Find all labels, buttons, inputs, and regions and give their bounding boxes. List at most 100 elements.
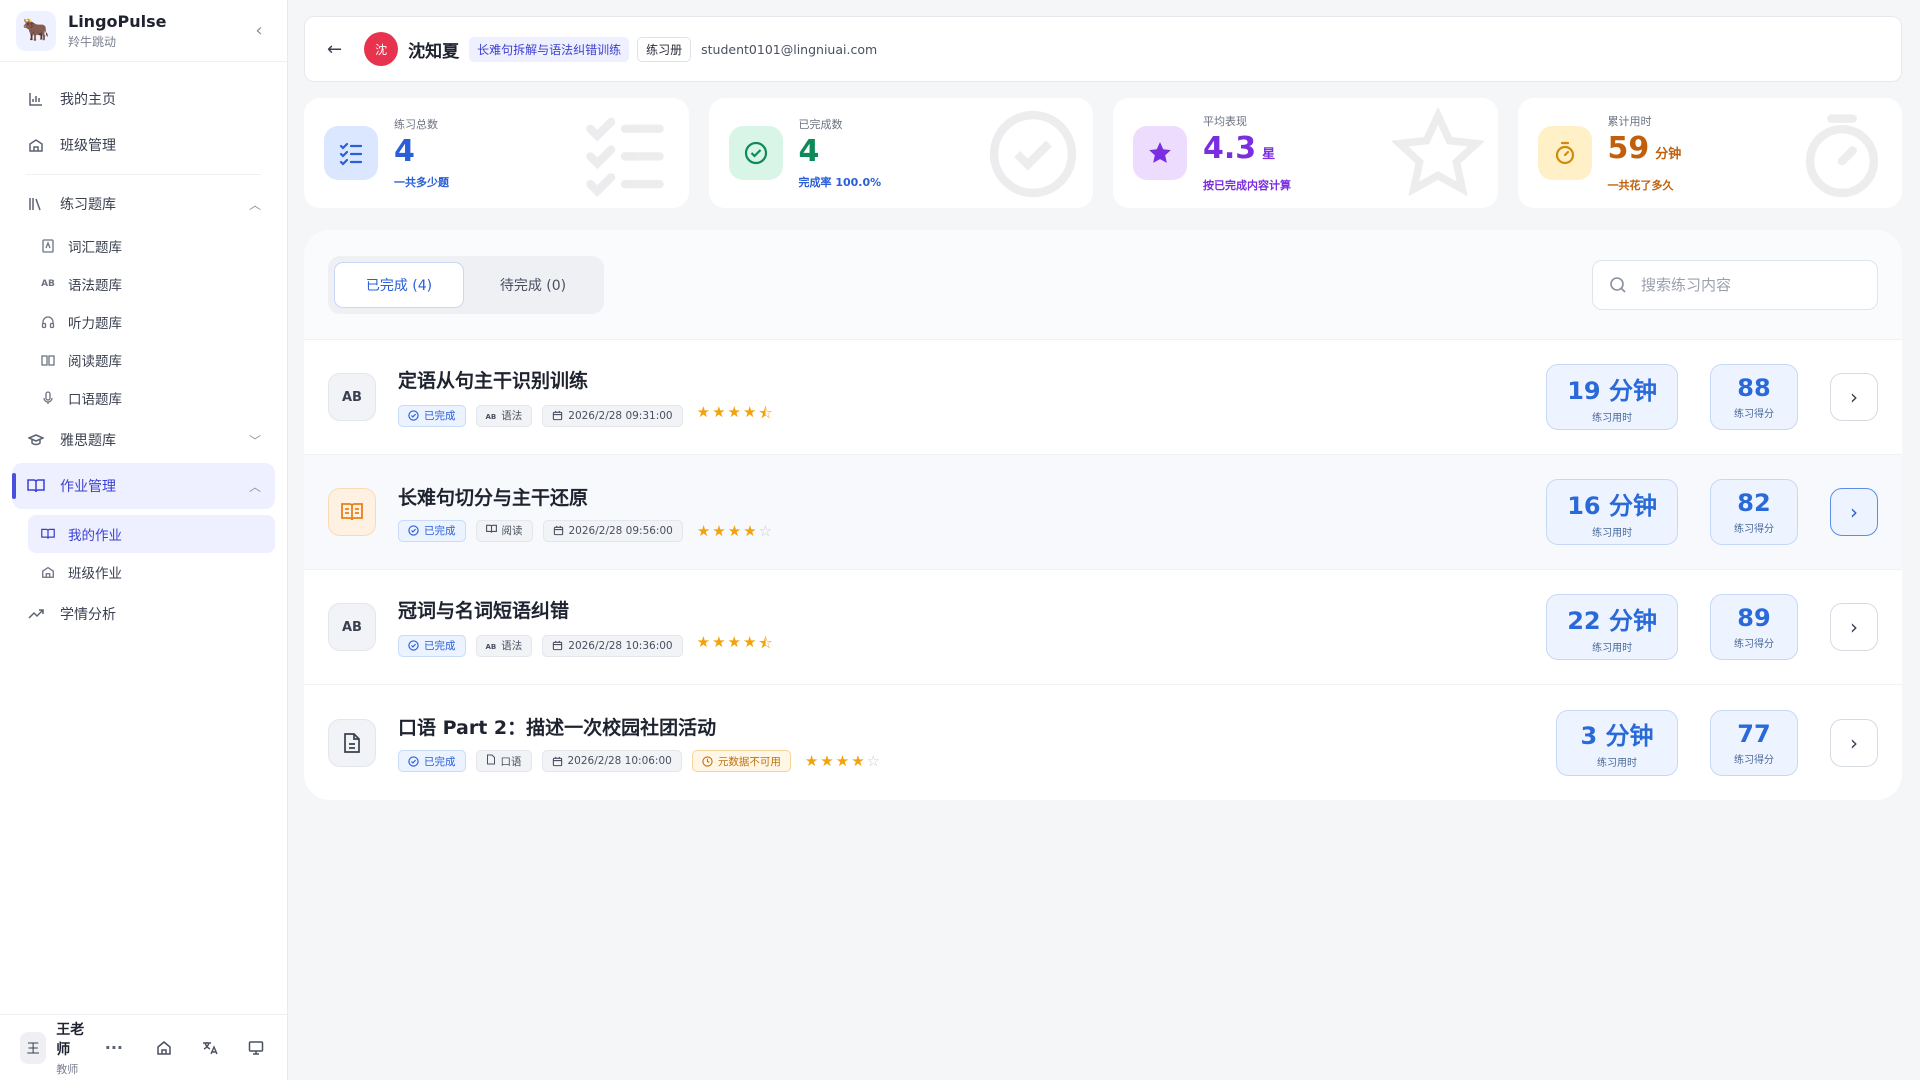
ab-icon: AB bbox=[328, 373, 376, 421]
stat-unit: 分钟 bbox=[1655, 147, 1682, 162]
document-icon bbox=[486, 754, 496, 768]
sidebar-item-analytics[interactable]: 学情分析 bbox=[12, 591, 275, 637]
ab-icon: AB bbox=[485, 642, 497, 651]
sidebar-item-home[interactable]: 我的主页 bbox=[12, 76, 275, 122]
practice-title[interactable]: 定语从句主干识别训练 bbox=[398, 366, 773, 393]
sidebar-item-ielts[interactable]: 雅思题库 ﹀ bbox=[12, 417, 275, 463]
time-value: 16 分钟 bbox=[1567, 491, 1657, 520]
panel-header: 已完成 (4) 待完成 (0) 搜索练习内容 bbox=[304, 230, 1902, 340]
brand-subtitle: 羚牛跳动 bbox=[68, 34, 117, 49]
star-filled-icon: ★ bbox=[696, 403, 711, 421]
chevron-right-icon: › bbox=[1850, 730, 1858, 755]
translate-icon[interactable] bbox=[199, 1037, 221, 1059]
practice-list: AB 定语从句主干识别训练 已完成 AB 语法 2026/2/28 09:31:0… bbox=[304, 340, 1902, 800]
avatar[interactable]: 王 bbox=[20, 1031, 47, 1064]
tab-completed[interactable]: 已完成 (4) bbox=[334, 261, 464, 308]
practice-title[interactable]: 口语 Part 2：描述一次校园社团活动 bbox=[398, 713, 880, 740]
sidebar-item-label: 作业管理 bbox=[60, 479, 116, 495]
time-label: 练习用时 bbox=[1592, 642, 1633, 654]
sidebar-item-my-homework[interactable]: 我的作业 bbox=[28, 515, 275, 553]
time-value: 3 分钟 bbox=[1580, 722, 1654, 750]
time-value: 19 分钟 bbox=[1567, 376, 1657, 405]
stat-value: 59 bbox=[1607, 131, 1650, 166]
sidebar-item-label: 我的主页 bbox=[60, 92, 116, 108]
type-badge: 阅读 bbox=[475, 519, 533, 542]
warning-badge: 元数据不可用 bbox=[691, 750, 791, 772]
star-filled-icon: ★ bbox=[851, 752, 865, 770]
star-filled-icon: ★ bbox=[804, 752, 819, 770]
time-label: 练习用时 bbox=[1592, 412, 1633, 424]
practice-title[interactable]: 冠词与名词短语纠错 bbox=[398, 596, 773, 623]
rating-stars: ★ ★ ★ ★ ⯪ bbox=[697, 403, 773, 428]
score-label: 练习得分 bbox=[1734, 409, 1774, 420]
chevron-up-icon: ︿ bbox=[248, 479, 261, 494]
student-avatar: 沈 bbox=[364, 32, 399, 66]
chevron-right-icon: › bbox=[1850, 500, 1858, 524]
sidebar-item-label: 学情分析 bbox=[60, 607, 116, 623]
practice-score: 88 练习得分 bbox=[1710, 364, 1798, 430]
practice-time: 3 分钟练习用时 bbox=[1556, 709, 1678, 776]
search-icon bbox=[1610, 276, 1626, 293]
list-item[interactable]: 口语 Part 2：描述一次校园社团活动 已完成 口语 2026/2/28 10… bbox=[304, 685, 1902, 800]
open-detail-button[interactable]: › bbox=[1830, 603, 1878, 651]
calendar-icon bbox=[553, 525, 563, 536]
back-arrow-icon[interactable]: ← bbox=[327, 39, 342, 60]
time-label: 练习用时 bbox=[1592, 527, 1633, 539]
list-item[interactable]: 长难句切分与主干还原 已完成 阅读 2026/2/28 09:56:00 ★ ★ ★… bbox=[304, 455, 1902, 570]
sidebar-item-class-homework[interactable]: 班级作业 bbox=[28, 553, 275, 591]
open-detail-button[interactable]: › bbox=[1830, 373, 1878, 421]
open-detail-button[interactable]: › bbox=[1830, 718, 1878, 767]
sidebar-item-label: 班级管理 bbox=[60, 138, 116, 154]
search-input[interactable]: 搜索练习内容 bbox=[1592, 259, 1878, 310]
sidebar-item-class-management[interactable]: 班级管理 bbox=[12, 122, 275, 168]
headphones-icon bbox=[40, 314, 56, 330]
practice-title[interactable]: 长难句切分与主干还原 bbox=[398, 483, 772, 510]
star-filled-icon: ★ bbox=[835, 752, 850, 770]
type-badge: 口语 bbox=[475, 750, 532, 772]
list-item[interactable]: AB 定语从句主干识别训练 已完成 AB 语法 2026/2/28 09:31:0… bbox=[304, 340, 1902, 455]
date-text: 2026/2/28 09:56:00 bbox=[568, 524, 673, 537]
stat-label: 练习总数 bbox=[394, 118, 438, 131]
score-label: 练习得分 bbox=[1734, 639, 1774, 650]
sidebar-item-homework[interactable]: 作业管理 ︿ bbox=[12, 463, 275, 509]
ab-icon: AB bbox=[41, 279, 55, 289]
stat-value: 4 bbox=[798, 134, 820, 169]
sidebar-item-listening[interactable]: 听力题库 bbox=[28, 303, 275, 341]
chevron-down-icon: ﹀ bbox=[248, 433, 261, 448]
home-icon[interactable] bbox=[153, 1037, 175, 1059]
book-open-icon bbox=[26, 476, 46, 496]
status-text: 已完成 bbox=[424, 525, 456, 537]
status-badge: 已完成 bbox=[398, 634, 466, 657]
stat-label: 平均表现 bbox=[1203, 115, 1247, 128]
chevron-right-icon: › bbox=[1850, 385, 1858, 409]
sidebar-item-label: 班级作业 bbox=[68, 566, 122, 582]
star-half-icon: ⯪ bbox=[758, 634, 773, 652]
trending-up-icon bbox=[26, 604, 46, 624]
sidebar-item-speaking[interactable]: 口语题库 bbox=[28, 379, 275, 417]
sidebar-item-grammar[interactable]: AB 语法题库 bbox=[28, 265, 275, 303]
check-circle-icon bbox=[408, 525, 419, 536]
check-circle-icon bbox=[408, 410, 419, 421]
rating-stars: ★ ★ ★ ★ ⯪ bbox=[697, 633, 773, 658]
sidebar-item-vocab[interactable]: 词汇题库 bbox=[28, 227, 275, 265]
tab-pending[interactable]: 待完成 (0) bbox=[468, 262, 598, 308]
list-item[interactable]: AB 冠词与名词短语纠错 已完成 AB 语法 2026/2/28 10:36:00… bbox=[304, 570, 1902, 685]
calendar-icon bbox=[552, 756, 562, 766]
star-filled-icon: ★ bbox=[727, 633, 741, 651]
score-value: 82 bbox=[1737, 489, 1771, 517]
open-book-icon bbox=[40, 352, 56, 368]
course-tag: 长难句拆解与语法纠错训练 bbox=[469, 36, 630, 62]
date-badge: 2026/2/28 09:31:00 bbox=[542, 404, 683, 427]
star-icon bbox=[1133, 126, 1187, 180]
more-icon[interactable]: ··· bbox=[105, 1038, 123, 1057]
sidebar-item-practice-bank[interactable]: 练习题库 ︿ bbox=[12, 181, 275, 227]
stat-card-completed: 已完成数 4 完成率 100.0% bbox=[708, 98, 1093, 208]
practice-score: 82 练习得分 bbox=[1710, 479, 1798, 545]
open-detail-button[interactable]: › bbox=[1830, 488, 1878, 536]
star-filled-icon: ★ bbox=[743, 521, 757, 540]
practice-time: 16 分钟练习用时 bbox=[1546, 479, 1678, 545]
sidebar-item-reading[interactable]: 阅读题库 bbox=[28, 341, 275, 379]
collapse-sidebar-icon[interactable]: ‹ bbox=[247, 20, 271, 41]
monitor-icon[interactable] bbox=[245, 1037, 267, 1059]
time-label: 练习用时 bbox=[1597, 758, 1637, 769]
